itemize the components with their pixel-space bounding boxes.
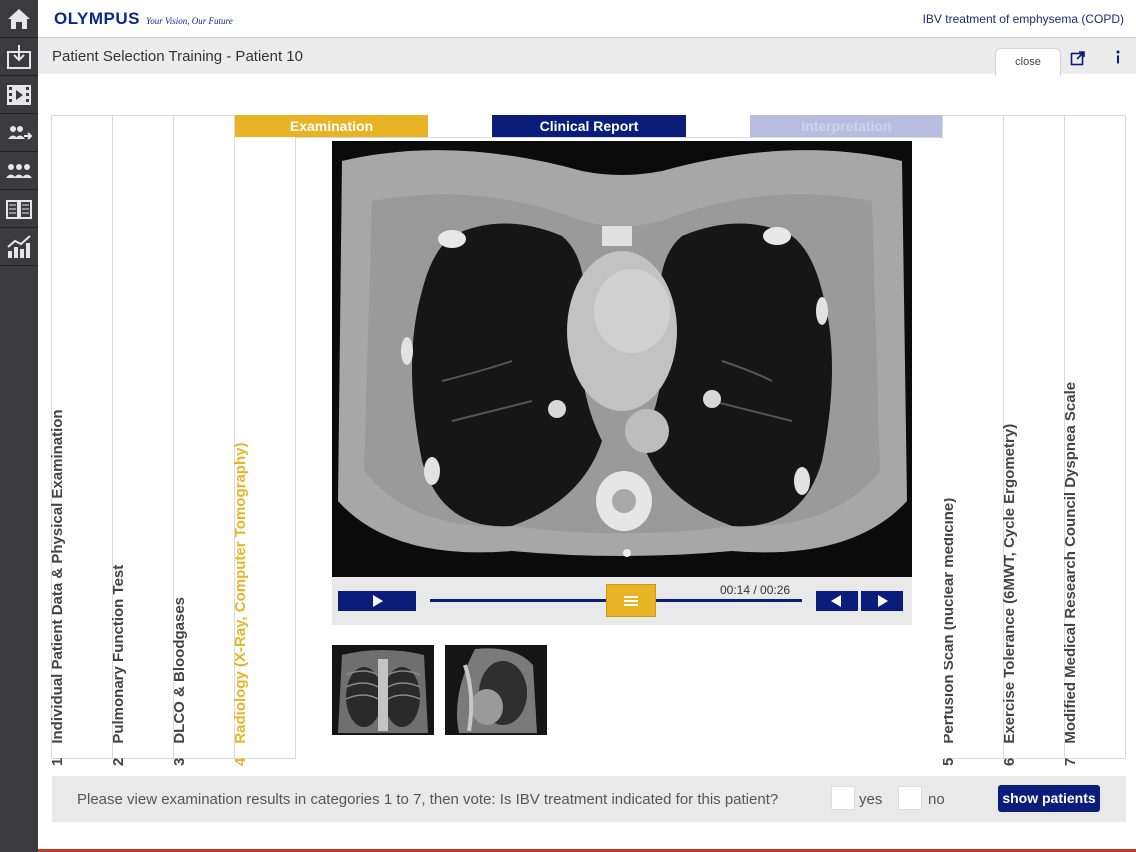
next-icon bbox=[878, 595, 888, 607]
brand-tagline: Your Vision, Our Future bbox=[146, 16, 233, 26]
page-title: Patient Selection Training - Patient 10 bbox=[52, 48, 303, 65]
previous-button[interactable] bbox=[816, 591, 858, 611]
group-icon[interactable] bbox=[0, 152, 38, 190]
xray-lateral-thumbnail[interactable] bbox=[445, 645, 547, 735]
category-number: 7 bbox=[1062, 757, 1079, 766]
category-label: Exercise Tolerance (6MWT, Cycle Ergometr… bbox=[1001, 423, 1018, 744]
app-root: OLYMPUS Your Vision, Our Future IBV trea… bbox=[0, 0, 1136, 852]
app-title: IBV treatment of emphysema (COPD) bbox=[922, 12, 1124, 26]
category-number: 3 bbox=[171, 757, 188, 766]
category-4[interactable]: 4 Radiology (X-Ray, Computer Tomography) bbox=[232, 137, 296, 766]
vote-no-checkbox[interactable] bbox=[898, 786, 922, 810]
download-icon[interactable] bbox=[0, 38, 38, 76]
category-label: DLCO & Bloodgases bbox=[171, 596, 188, 744]
close-button[interactable]: close bbox=[995, 48, 1061, 76]
category-label: Radiology (X-Ray, Computer Tomography) bbox=[232, 442, 249, 744]
home-icon[interactable] bbox=[0, 0, 38, 38]
category-5[interactable]: 5Perfusion Scan (nuclear medicine) bbox=[940, 115, 1004, 766]
vote-yes-checkbox[interactable] bbox=[831, 786, 855, 810]
tab-examination[interactable]: Examination bbox=[235, 115, 428, 137]
more-options-icon[interactable] bbox=[1112, 49, 1124, 67]
category-label: Pulmonary Function Test bbox=[110, 564, 127, 744]
next-button[interactable] bbox=[861, 591, 903, 611]
patients-transfer-icon[interactable] bbox=[0, 114, 38, 152]
category-label: Individual Patient Data & Physical Exami… bbox=[49, 409, 66, 744]
category-label: Modified Medical Research Council Dyspne… bbox=[1062, 381, 1079, 744]
progress-handle[interactable] bbox=[605, 584, 656, 617]
tab-interpretation[interactable]: Interpretation bbox=[750, 115, 943, 137]
category-6[interactable]: 6 Exercise Tolerance (6MWT, Cycle Ergomet… bbox=[1001, 115, 1065, 766]
menu-icon bbox=[623, 595, 638, 606]
time-readout: 00:14 / 00:26 bbox=[720, 583, 791, 597]
category-7[interactable]: 7 Modified Medical Research Council Dyspn… bbox=[1062, 115, 1126, 766]
category-2[interactable]: 2 Pulmonary Function Test bbox=[110, 115, 174, 766]
category-3[interactable]: 3 DLCO & Bloodgases bbox=[171, 115, 235, 766]
play-button[interactable] bbox=[338, 591, 416, 611]
brand-name: OLYMPUS bbox=[54, 9, 141, 28]
tab-clinical-report[interactable]: Clinical Report bbox=[492, 115, 686, 137]
xray-frontal-thumbnail[interactable] bbox=[332, 645, 434, 735]
ct-scan-image bbox=[332, 141, 912, 577]
vote-question: Please view examination results in categ… bbox=[77, 791, 779, 808]
play-icon bbox=[373, 595, 383, 607]
left-sidebar bbox=[0, 0, 38, 852]
category-number: 2 bbox=[110, 757, 127, 766]
top-header: OLYMPUS Your Vision, Our Future IBV trea… bbox=[38, 0, 1136, 38]
book-icon[interactable] bbox=[0, 190, 38, 228]
category-number: 6 bbox=[1001, 757, 1018, 766]
previous-icon bbox=[831, 595, 841, 607]
video-icon[interactable] bbox=[0, 76, 38, 114]
category-number: 1 bbox=[49, 757, 66, 766]
chart-icon[interactable] bbox=[0, 228, 38, 266]
brand-logo: OLYMPUS Your Vision, Our Future bbox=[54, 9, 233, 29]
category-number: 4 bbox=[232, 757, 249, 766]
category-1[interactable]: 1 Individual Patient Data & Physical Exam… bbox=[49, 115, 113, 766]
sub-header: Patient Selection Training - Patient 10 … bbox=[38, 38, 1136, 76]
show-patients-button[interactable]: show patients bbox=[998, 785, 1100, 812]
vote-bar: Please view examination results in categ… bbox=[52, 776, 1126, 822]
vote-yes-label: yes bbox=[859, 791, 883, 808]
external-link-icon[interactable] bbox=[1070, 50, 1086, 66]
vote-no-label: no bbox=[928, 791, 945, 808]
video-controls: 00:14 / 00:26 bbox=[332, 577, 912, 625]
